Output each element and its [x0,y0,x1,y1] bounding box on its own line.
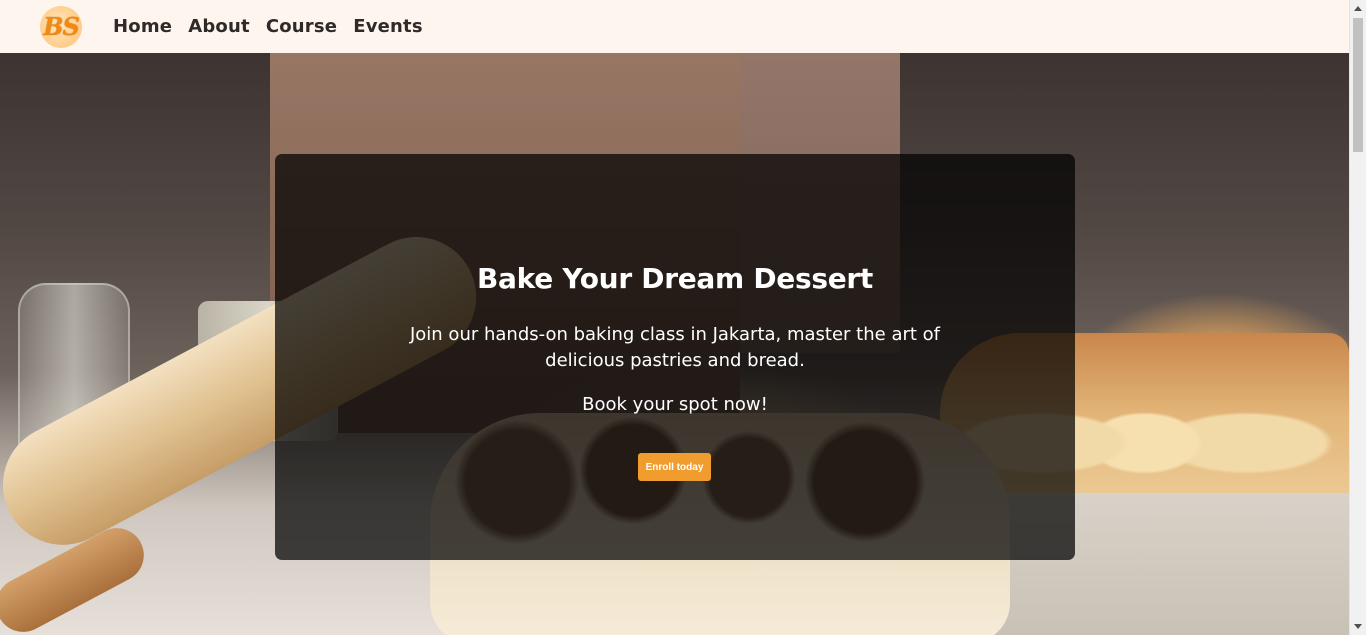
brand-logo-text: BS [43,12,80,41]
hero-description: Join our hands-on baking class in Jakart… [409,324,940,371]
nav-link-about[interactable]: About [188,16,250,37]
page-scrollbar[interactable] [1349,0,1366,635]
navbar: BS Home About Course Events [0,0,1349,53]
scroll-thumb[interactable] [1353,18,1363,152]
hero-section: Bake Your Dream Dessert Join our hands-o… [0,53,1349,635]
scroll-down-arrow-icon[interactable] [1354,624,1362,629]
hero-title: Bake Your Dream Dessert [477,262,873,295]
scroll-up-arrow-icon[interactable] [1354,6,1362,11]
brand-logo[interactable]: BS [40,5,82,48]
enroll-button[interactable]: Enroll today [638,453,711,481]
nav-link-events[interactable]: Events [353,16,423,37]
nav-link-home[interactable]: Home [113,16,172,37]
hero-cta-text: Book your spot now! [582,394,768,415]
hero-card: Bake Your Dream Dessert Join our hands-o… [275,154,1075,560]
nav-links: Home About Course Events [113,16,423,37]
nav-link-course[interactable]: Course [266,16,337,37]
